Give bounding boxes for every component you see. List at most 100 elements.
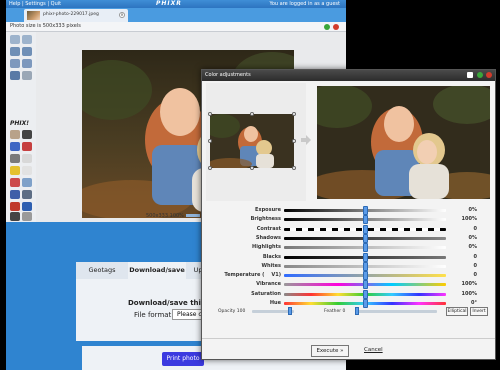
bandage-icon[interactable] [22,178,32,187]
heart-icon[interactable] [22,142,32,151]
slider-row: Brightness 100% [202,215,495,225]
login-status: You are logged in as a guest [269,1,340,7]
brush-icon[interactable] [10,178,20,187]
file-tab[interactable]: phixr-photo-229017.jpeg × [24,9,128,22]
opacity-slider-knob[interactable] [288,307,292,315]
slider-knob[interactable] [362,215,368,225]
dialog-minimize-icon[interactable] [477,72,483,78]
crop-handle[interactable] [250,112,254,116]
settings-icon[interactable] [22,212,32,221]
feather-slider[interactable] [355,310,437,313]
crop-handle[interactable] [292,112,296,116]
dialog-title-bar: Color adjustments [202,70,495,81]
print-photo-button[interactable]: Print photo [162,352,204,366]
emoji-icon[interactable] [10,166,20,175]
slider-knob[interactable] [362,224,368,234]
crop-handle[interactable] [208,139,212,143]
arrow-right-icon [301,135,311,145]
layers-icon[interactable] [10,202,20,211]
minimize-icon[interactable] [324,24,330,30]
execute-button[interactable]: Execute » [311,345,349,357]
flip-icon[interactable] [10,47,20,56]
elliptical-button[interactable]: Elliptical [446,307,468,316]
resize-icon[interactable] [10,71,20,80]
crop-handle[interactable] [292,166,296,170]
sticker-icon[interactable] [10,154,20,163]
camera-icon[interactable] [22,130,32,139]
tab-geotags[interactable]: Geotags [76,262,128,279]
slider-label: Shadows [255,234,281,241]
slider-row: Saturation 100% [202,289,495,299]
top-menu-bar: Help | Settings | Quit PHIXR You are log… [6,0,346,8]
dialog-title: Color adjustments [205,72,251,78]
tab-download-save[interactable]: Download/save [128,262,186,279]
rotate-icon[interactable] [22,47,32,56]
phix-label: PHIX! [10,120,30,127]
slider-row: Blacks 0 [202,252,495,262]
slider-knob[interactable] [362,271,368,281]
grid-icon[interactable] [22,202,32,211]
before-preview-area [206,83,306,201]
slider-knob[interactable] [362,289,368,299]
format-label: File format: [134,311,174,319]
slider-knob[interactable] [362,233,368,243]
close-tab-icon[interactable]: × [119,12,125,18]
slider-value: 100% [461,281,477,288]
color-adjustments-dialog: Color adjustments Exposure 0% Brightness… [201,69,496,360]
crop-handle[interactable] [250,166,254,170]
cancel-button[interactable]: Cancel [364,347,383,353]
slider-label: Brightness [250,216,281,223]
slider-value: 0 [473,272,477,279]
slider-value: 0% [468,207,478,213]
feather-label: Feather 0 [324,309,346,314]
sharpen-icon[interactable] [22,190,32,199]
top-menu[interactable]: Help | Settings | Quit [9,0,61,8]
slider-value: 100% [461,216,477,223]
slider-label: Highlights [252,244,281,251]
rotate-left-icon[interactable] [10,35,20,44]
zoom-text: 500x333 100% [146,213,184,219]
file-name: phixr-photo-229017.jpeg [43,12,99,17]
slider-knob[interactable] [362,280,368,290]
crop-handle[interactable] [208,166,212,170]
slider-knob[interactable] [362,243,368,253]
crop-handle[interactable] [208,112,212,116]
slider-knob[interactable] [362,206,368,215]
frame-icon[interactable] [22,71,32,80]
slider-knob[interactable] [362,261,368,271]
face-icon[interactable] [10,130,20,139]
file-thumbnail [27,11,40,20]
file-tab-strip: phixr-photo-229017.jpeg × [6,8,346,22]
lock-icon[interactable] [467,72,473,78]
eye-icon[interactable] [10,212,20,221]
mirror-icon[interactable] [22,59,32,68]
mask-options-row: Opacity 100 Feather 0 Elliptical Invert [202,306,495,317]
zoom-indicator: 500x333 100% [146,213,200,219]
zoom-slider[interactable] [185,214,200,217]
slider-value: 0% [468,244,478,251]
invert-button[interactable]: Invert [470,307,488,316]
slider-value: 0 [473,225,477,232]
crop-handle[interactable] [292,139,296,143]
slider-row: Highlights 0% [202,243,495,253]
slider-knob[interactable] [362,252,368,262]
photo-info-bar: Photo size is 500x333 pixels [6,22,346,32]
rotate-right-icon[interactable] [22,35,32,44]
text-icon[interactable] [10,142,20,151]
feather-slider-knob[interactable] [355,307,359,315]
slider-label: Saturation [251,290,281,297]
dialog-close-icon[interactable] [486,72,492,78]
shape-icon[interactable] [22,154,32,163]
slider-value: 0% [468,234,478,241]
slider-row: Contrast 0 [202,224,495,234]
slider-label: Contrast [256,225,281,232]
slider-label: Blacks [262,253,281,260]
slider-value: 0 [473,262,477,269]
slider-label: Whites [261,262,281,269]
slider-row: Whites 0 [202,261,495,271]
crop-icon[interactable] [10,59,20,68]
adjust-icon[interactable] [10,190,20,199]
before-photo[interactable] [210,114,294,168]
speech-bubble-icon[interactable] [22,166,32,175]
close-icon[interactable] [333,24,339,30]
